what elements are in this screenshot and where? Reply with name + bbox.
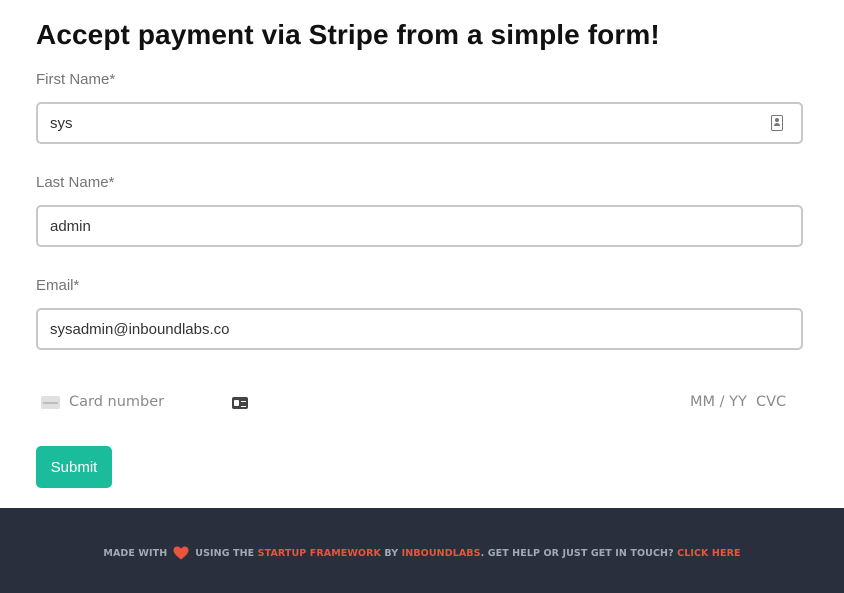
email-input[interactable]: sysadmin@inboundlabs.co xyxy=(36,308,803,350)
card-number-input[interactable]: Card number xyxy=(69,394,164,410)
footer-by: BY xyxy=(384,548,399,559)
heart-icon xyxy=(173,546,189,559)
footer-made-with: MADE WITH xyxy=(103,548,168,559)
email-value: sysadmin@inboundlabs.co xyxy=(50,320,230,338)
footer-using-the: USING THE xyxy=(195,548,255,559)
footer-click-here-link[interactable]: CLICK HERE xyxy=(677,548,740,559)
footer-company-link[interactable]: INBOUNDLABS xyxy=(402,548,481,559)
footer-framework-link[interactable]: STARTUP FRAMEWORK xyxy=(258,548,381,559)
page-title: Accept payment via Stripe from a simple … xyxy=(36,19,660,50)
first-name-label: First Name* xyxy=(36,71,116,88)
last-name-input[interactable]: admin xyxy=(36,205,803,247)
footer: MADE WITH USING THE STARTUP FRAMEWORK BY… xyxy=(0,508,844,593)
card-element[interactable]: Card number MM / YY CVC xyxy=(36,388,803,418)
card-expiry-input[interactable]: MM / YY xyxy=(690,394,747,410)
payment-form-container: Accept payment via Stripe from a simple … xyxy=(36,0,803,508)
last-name-label: Last Name* xyxy=(36,174,115,191)
submit-button[interactable]: Submit xyxy=(36,446,112,488)
card-cvc-input[interactable]: CVC xyxy=(756,394,786,410)
first-name-input[interactable]: sys xyxy=(36,102,803,144)
footer-help-text: . GET HELP OR JUST GET IN TOUCH? xyxy=(480,548,674,559)
email-label: Email* xyxy=(36,277,80,294)
last-name-value: admin xyxy=(50,217,91,235)
credit-card-icon xyxy=(41,396,60,409)
first-name-value: sys xyxy=(50,114,73,132)
contact-card-icon[interactable] xyxy=(771,115,783,131)
card-autofill-icon[interactable] xyxy=(232,397,248,409)
